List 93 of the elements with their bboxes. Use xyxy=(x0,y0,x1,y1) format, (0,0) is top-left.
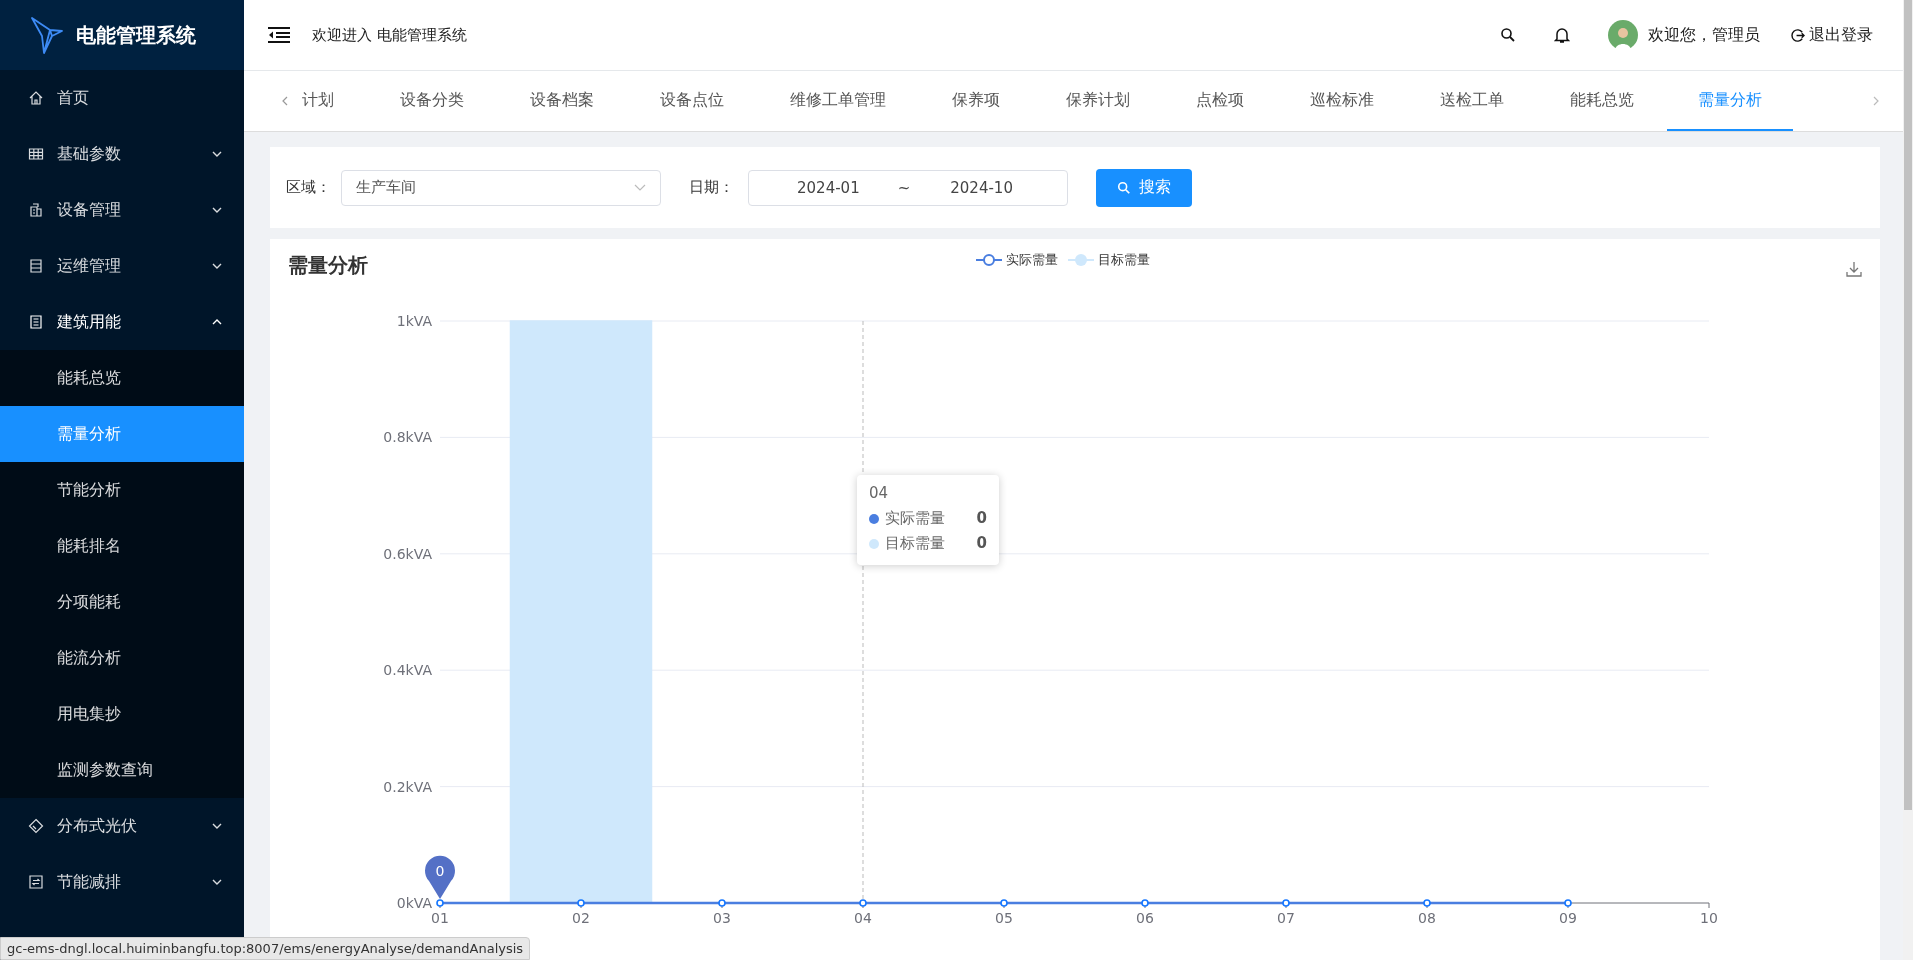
document-icon xyxy=(28,314,44,330)
sidebar-subitem[interactable]: 能流分析 xyxy=(0,630,244,686)
tab[interactable]: 设备档案 xyxy=(497,71,627,131)
chart-title: 需量分析 xyxy=(288,251,368,279)
swap-icon xyxy=(28,874,44,890)
tab[interactable]: 计划 xyxy=(292,71,367,131)
sidebar-item[interactable]: 首页 xyxy=(0,70,244,126)
axis-label: 0.6kVA xyxy=(383,545,432,562)
avatar[interactable] xyxy=(1608,20,1638,50)
axis-label: 01 xyxy=(431,910,449,926)
sidebar-item[interactable]: 分布式光伏 xyxy=(0,798,244,854)
axis-label: 02 xyxy=(572,910,590,926)
scroll-left-icon[interactable] xyxy=(282,96,288,106)
marker-pin xyxy=(425,855,455,899)
menu-fold-icon[interactable] xyxy=(268,27,290,43)
sidebar-subitem[interactable]: 监测参数查询 xyxy=(0,742,244,798)
data-point xyxy=(1000,899,1008,907)
chevron-icon xyxy=(212,151,222,157)
data-point xyxy=(1423,899,1431,907)
sidebar-subitem[interactable]: 节能分析 xyxy=(0,462,244,518)
sidebar-subitem[interactable]: 用电集抄 xyxy=(0,686,244,742)
date-range-field[interactable]: 2024-01 ~ 2024-10 xyxy=(748,169,1068,206)
tab[interactable]: 点检项 xyxy=(1163,71,1277,131)
data-point xyxy=(1282,899,1290,907)
axis-label: 08 xyxy=(1418,910,1436,926)
axis-label: 09 xyxy=(1559,910,1577,926)
tab[interactable]: 巡检标准 xyxy=(1277,71,1407,131)
status-url: gc-ems-dngl.local.huiminbangfu.top:8007/ems/energyAnalyse/demandAnalysis xyxy=(0,937,531,960)
axis-label: 03 xyxy=(713,910,731,926)
chevron-icon xyxy=(212,263,222,269)
data-point xyxy=(718,899,726,907)
chevron-icon xyxy=(212,319,222,325)
tag-icon xyxy=(28,818,44,834)
sidebar-item[interactable]: 运维管理 xyxy=(0,238,244,294)
series-value: 0 xyxy=(976,508,987,529)
scrollbar[interactable] xyxy=(1903,0,1913,960)
search-icon xyxy=(1117,180,1131,195)
axis-label: 0.8kVA xyxy=(383,429,432,446)
building-icon xyxy=(28,202,44,218)
legend-item[interactable]: 目标需量 xyxy=(1068,251,1150,269)
logout-button[interactable]: 退出登录 xyxy=(1790,24,1873,46)
data-point xyxy=(1141,899,1149,907)
tab[interactable]: 能耗总览 xyxy=(1537,71,1667,131)
axis-label: 0.2kVA xyxy=(383,778,432,795)
axis-label: 06 xyxy=(1136,910,1154,926)
sidebar-subitem[interactable]: 能耗排名 xyxy=(0,518,244,574)
data-point xyxy=(436,899,444,907)
bell-icon[interactable] xyxy=(1554,26,1570,44)
search-icon[interactable] xyxy=(1500,27,1516,43)
axis-label: 07 xyxy=(1277,910,1295,926)
home-icon xyxy=(28,90,44,106)
marker-value: 0 xyxy=(435,863,445,879)
axis-label: 0kVA xyxy=(396,895,432,911)
tab[interactable]: 保养计划 xyxy=(1033,71,1163,131)
sidebar-subitem[interactable]: 能耗总览 xyxy=(0,350,244,406)
chevron-icon xyxy=(212,823,222,829)
tab[interactable]: 设备点位 xyxy=(627,71,757,131)
sidebar-item[interactable]: 基础参数 xyxy=(0,126,244,182)
tab[interactable]: 维修工单管理 xyxy=(757,71,919,131)
list-icon xyxy=(28,258,44,274)
data-point xyxy=(859,899,867,907)
data-point xyxy=(577,899,585,907)
grid-icon xyxy=(28,146,44,162)
axis-label: 0.4kVA xyxy=(383,662,432,679)
chevron-icon xyxy=(634,184,646,191)
area-label: 区域： xyxy=(286,178,331,197)
axis-label: 04 xyxy=(854,910,872,926)
tab[interactable]: 送检工单 xyxy=(1407,71,1537,131)
chevron-icon xyxy=(212,207,222,213)
axis-label: 10 xyxy=(1700,910,1718,926)
chevron-icon xyxy=(212,879,222,885)
sidebar-item[interactable]: 建筑用能 xyxy=(0,294,244,350)
axis-label: 1kVA xyxy=(396,313,432,329)
welcome-text: 欢迎进入 电能管理系统 xyxy=(312,25,467,45)
legend-item[interactable]: 实际需量 xyxy=(976,251,1058,269)
app-title: 电能管理系统 xyxy=(76,21,196,49)
logout-icon xyxy=(1790,27,1805,43)
series-name: 实际需量 xyxy=(885,508,946,529)
area-select[interactable]: 生产车间 xyxy=(341,169,661,206)
series-value: 0 xyxy=(976,533,987,554)
sidebar-item[interactable]: 节能减排 xyxy=(0,854,244,910)
axis-label: 05 xyxy=(995,910,1013,926)
user-greeting: 欢迎您，管理员 xyxy=(1648,24,1760,46)
tooltip-title: 04 xyxy=(869,484,890,502)
download-icon[interactable] xyxy=(1846,261,1862,277)
sidebar-item[interactable]: 设备管理 xyxy=(0,182,244,238)
sidebar-subitem[interactable]: 分项能耗 xyxy=(0,574,244,630)
tab[interactable]: 保养项 xyxy=(919,71,1033,131)
data-point xyxy=(1564,899,1572,907)
date-label: 日期： xyxy=(689,178,734,197)
tab[interactable]: 设备分类 xyxy=(367,71,497,131)
bird-logo-icon xyxy=(30,16,64,54)
series-name: 目标需量 xyxy=(885,533,946,554)
